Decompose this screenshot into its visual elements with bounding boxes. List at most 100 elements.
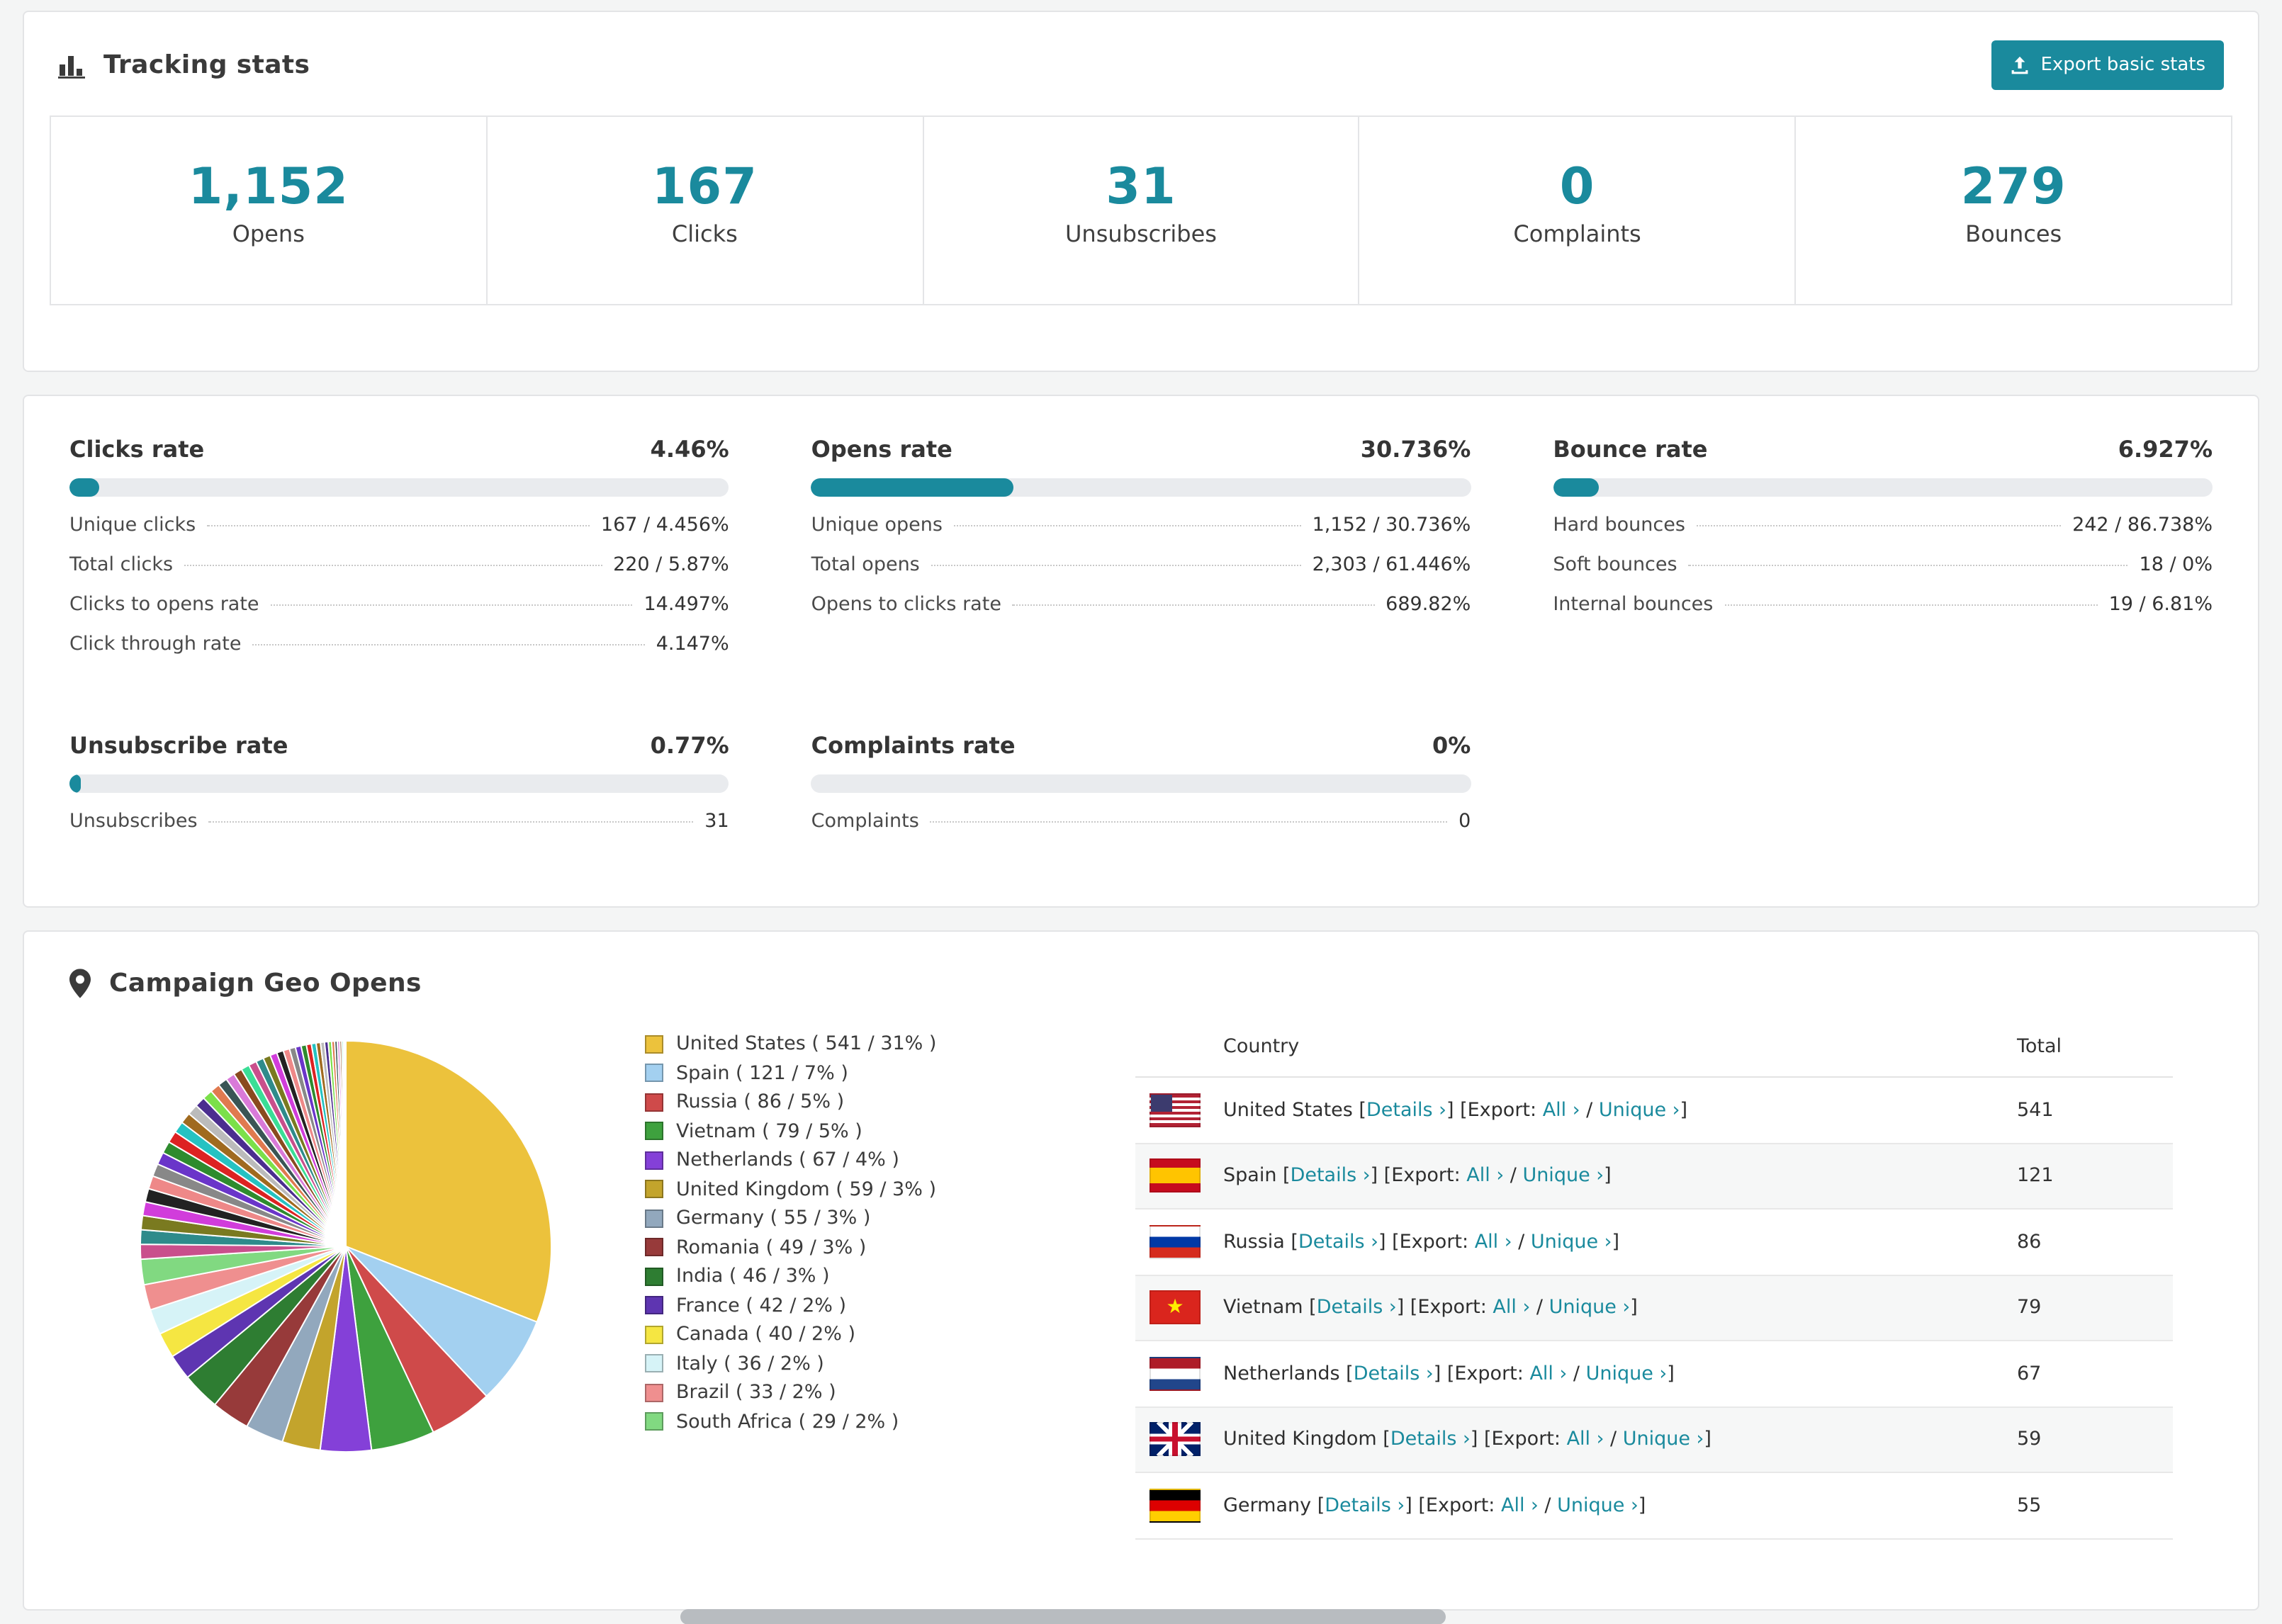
export-unique-link[interactable]: Unique › [1599,1099,1680,1122]
export-unique-link[interactable]: Unique › [1549,1297,1631,1319]
legend-item[interactable]: Romania ( 49 / 3% ) [645,1233,1087,1262]
export-all-link[interactable]: All › [1466,1165,1504,1188]
details-link[interactable]: Details › [1366,1099,1446,1122]
export-unique-link[interactable]: Unique › [1623,1428,1704,1451]
rate-progress-bar [69,478,729,497]
rate-header: Opens rate 30.736% [811,436,1471,463]
export-basic-stats-button[interactable]: Export basic stats [1991,40,2224,90]
stat-row: Click through rate 4.147% [69,633,729,672]
dotted-leader [953,525,1301,526]
stat-value: 220 / 5.87% [613,553,729,576]
export-all-link[interactable]: All › [1543,1099,1580,1122]
stat-row: Total opens 2,303 / 61.446% [811,553,1471,593]
export-button-label: Export basic stats [2040,55,2205,76]
legend-item[interactable]: India ( 46 / 3% ) [645,1262,1087,1291]
country-total: 79 [2017,1296,2042,1319]
rate-group: Opens rate 30.736% Unique opens 1,152 / 30.… [811,436,1471,672]
link-separator-text: ] [ [1470,1428,1492,1451]
stat-value: 167 / 4.456% [600,514,729,536]
legend-item[interactable]: United States ( 541 / 31% ) [645,1030,1087,1059]
stat-value: 242 / 86.738% [2072,514,2213,536]
map-pin-icon [69,969,91,998]
details-link[interactable]: Details › [1298,1231,1378,1253]
summary-value: 0 [1559,159,1595,216]
export-all-link[interactable]: All › [1529,1363,1567,1385]
rate-group: Bounce rate 6.927% Hard bounces 242 / 86.73… [1553,436,2213,672]
export-unique-link[interactable]: Unique › [1531,1231,1612,1253]
legend-swatch [645,1238,663,1257]
export-all-link[interactable]: All › [1493,1297,1530,1319]
rate-progress-bar [1553,478,2213,497]
geo-table: Country Total United States [Details ›] … [1135,1015,2173,1539]
rate-rows: Unsubscribes 31 [69,810,729,850]
dotted-leader [1696,525,2062,526]
details-link[interactable]: Details › [1354,1363,1434,1385]
export-all-link[interactable]: All › [1501,1494,1539,1517]
country-cell: United Kingdom [Details ›] [Export: All … [1223,1428,2017,1451]
rate-value: 4.46% [650,436,729,463]
legend-item[interactable]: Brazil ( 33 / 2% ) [645,1378,1087,1407]
details-link[interactable]: Details › [1291,1165,1371,1188]
dotted-leader [270,604,633,606]
export-all-link[interactable]: All › [1475,1231,1512,1253]
link-separator-text: Export: [1399,1230,1475,1253]
country-cell: Russia [Details ›] [Export: All › / Uniq… [1223,1231,2017,1253]
rate-value: 30.736% [1360,436,1471,463]
link-separator-text: / [1567,1362,1586,1385]
rate-progress-fill [811,478,1014,497]
link-separator-text: Export: [1454,1362,1530,1385]
link-separator-text: / [1538,1494,1558,1517]
country-total: 59 [2017,1428,2042,1451]
legend-label: United Kingdom ( 59 / 3% ) [676,1178,936,1201]
rate-rows: Hard bounces 242 / 86.738% Soft bounces 18 … [1553,514,2213,633]
link-separator-text: Export: [1417,1296,1493,1319]
stat-row: Complaints 0 [811,810,1471,850]
legend-item[interactable]: Spain ( 121 / 7% ) [645,1059,1087,1088]
stat-label: Clicks to opens rate [69,593,259,616]
export-unique-link[interactable]: Unique › [1586,1363,1668,1385]
summary-value: 167 [651,159,758,216]
link-separator-text: [ [1376,1428,1390,1451]
export-unique-link[interactable]: Unique › [1557,1494,1639,1517]
details-link[interactable]: Details › [1325,1494,1405,1517]
stat-label: Total opens [811,553,920,576]
legend-item[interactable]: Germany ( 55 / 3% ) [645,1204,1087,1233]
export-all-link[interactable]: All › [1567,1428,1604,1451]
link-separator-text: Export: [1425,1494,1501,1517]
legend-item[interactable]: France ( 42 / 2% ) [645,1291,1087,1320]
country-cell: Germany [Details ›] [Export: All › / Uni… [1223,1494,2017,1517]
rate-value: 0% [1432,732,1471,759]
legend-item[interactable]: Netherlands ( 67 / 4% ) [645,1146,1087,1175]
dotted-leader [252,644,645,645]
rate-progress-fill [69,774,81,793]
legend-item[interactable]: United Kingdom ( 59 / 3% ) [645,1175,1087,1204]
rate-title: Opens rate [811,436,952,463]
details-link[interactable]: Details › [1317,1297,1397,1319]
horizontal-scrollbar[interactable] [680,1609,1446,1624]
details-link[interactable]: Details › [1390,1428,1471,1451]
stat-value: 1,152 / 30.736% [1312,514,1471,536]
stat-row: Internal bounces 19 / 6.81% [1553,593,2213,633]
rate-title: Clicks rate [69,436,205,463]
legend-item[interactable]: Canada ( 40 / 2% ) [645,1320,1087,1349]
stat-label: Complaints [811,810,919,833]
legend-item[interactable]: South Africa ( 29 / 2% ) [645,1407,1087,1436]
dotted-leader [208,821,694,823]
legend-item[interactable]: Italy ( 36 / 2% ) [645,1349,1087,1378]
legend-item[interactable]: Russia ( 86 / 5% ) [645,1088,1087,1117]
legend-label: Spain ( 121 / 7% ) [676,1061,848,1085]
country-total: 55 [2017,1494,2042,1517]
rate-title: Complaints rate [811,732,1016,759]
legend-label: United States ( 541 / 31% ) [676,1032,937,1056]
country-name: Germany [1223,1494,1312,1517]
export-unique-link[interactable]: Unique › [1522,1165,1604,1188]
rate-header: Unsubscribe rate 0.77% [69,732,729,759]
tracking-stats-card: Tracking stats Export basic stats 1,152 O… [23,11,2259,372]
table-row: Russia [Details ›] [Export: All › / Uniq… [1135,1209,2173,1275]
legend-label: Canada ( 40 / 2% ) [676,1323,856,1346]
link-separator-text: ] [1604,1164,1612,1188]
legend-label: Russia ( 86 / 5% ) [676,1090,845,1114]
legend-item[interactable]: Vietnam ( 79 / 5% ) [645,1117,1087,1146]
country-name: Russia [1223,1230,1285,1253]
bar-chart-icon [58,56,85,79]
